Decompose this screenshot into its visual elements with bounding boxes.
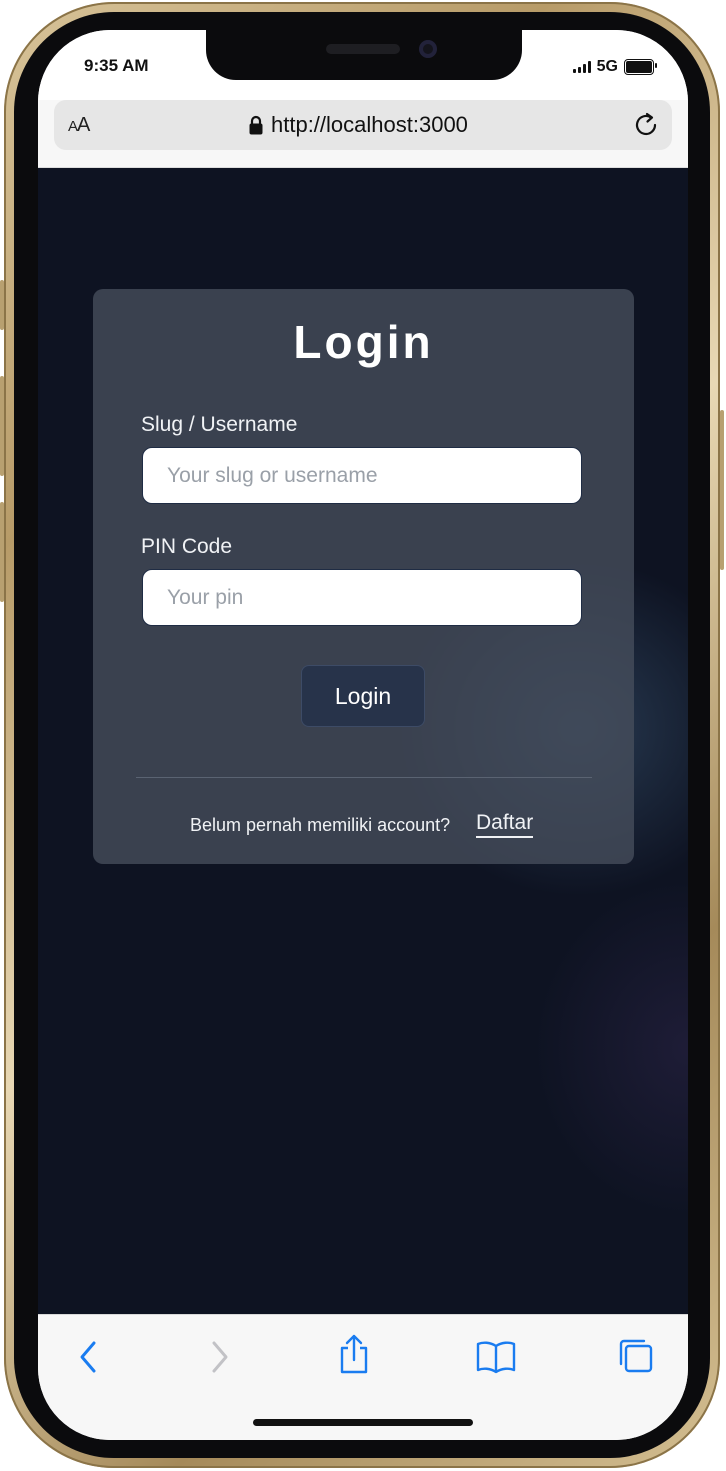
url-display[interactable]: http://localhost:3000 [249, 112, 468, 138]
url-text: http://localhost:3000 [271, 112, 468, 137]
signal-icon [572, 61, 591, 73]
username-input[interactable] [142, 447, 582, 504]
home-indicator [253, 1419, 473, 1426]
status-indicators: 5G [572, 58, 657, 76]
power-button [720, 410, 724, 570]
notch [206, 30, 522, 80]
browser-toolbar [38, 1314, 688, 1440]
status-time: 9:35 AM [84, 56, 149, 75]
front-camera [419, 40, 437, 58]
silent-switch [0, 280, 4, 330]
login-button[interactable]: Login [301, 665, 425, 727]
speaker [326, 44, 400, 54]
share-icon[interactable] [337, 1333, 371, 1375]
status-bar: 9:35 AM 5G [38, 30, 688, 100]
register-prompt: Belum pernah memiliki account? [190, 815, 451, 835]
register-link[interactable]: Daftar [476, 811, 534, 838]
username-label: Slug / Username [141, 413, 298, 436]
pin-label: PIN Code [141, 535, 233, 558]
chevron-left-icon[interactable] [76, 1337, 102, 1377]
network-type: 5G [596, 58, 618, 75]
login-card: Login Slug / Username PIN Code Login Bel… [93, 289, 634, 864]
lock-icon [249, 115, 263, 135]
chevron-right-icon[interactable] [206, 1337, 232, 1377]
text-size-button[interactable]: AA [68, 114, 90, 137]
book-icon[interactable] [475, 1339, 517, 1375]
volume-down-button [0, 502, 4, 602]
pin-input[interactable] [142, 569, 582, 626]
volume-up-button [0, 376, 4, 476]
divider [136, 777, 592, 778]
battery-icon [624, 59, 657, 75]
browser-address-area: AA http://localhost:3000 [38, 100, 688, 168]
address-bar[interactable]: AA http://localhost:3000 [54, 100, 672, 150]
web-content: Login Slug / Username PIN Code Login Bel… [38, 168, 688, 1314]
reload-icon[interactable] [632, 110, 662, 140]
login-title: Login [293, 316, 434, 368]
tabs-icon[interactable] [617, 1337, 655, 1375]
phone-screen: 9:35 AM 5G AA http://localhost:3000 Logi… [38, 30, 688, 1440]
